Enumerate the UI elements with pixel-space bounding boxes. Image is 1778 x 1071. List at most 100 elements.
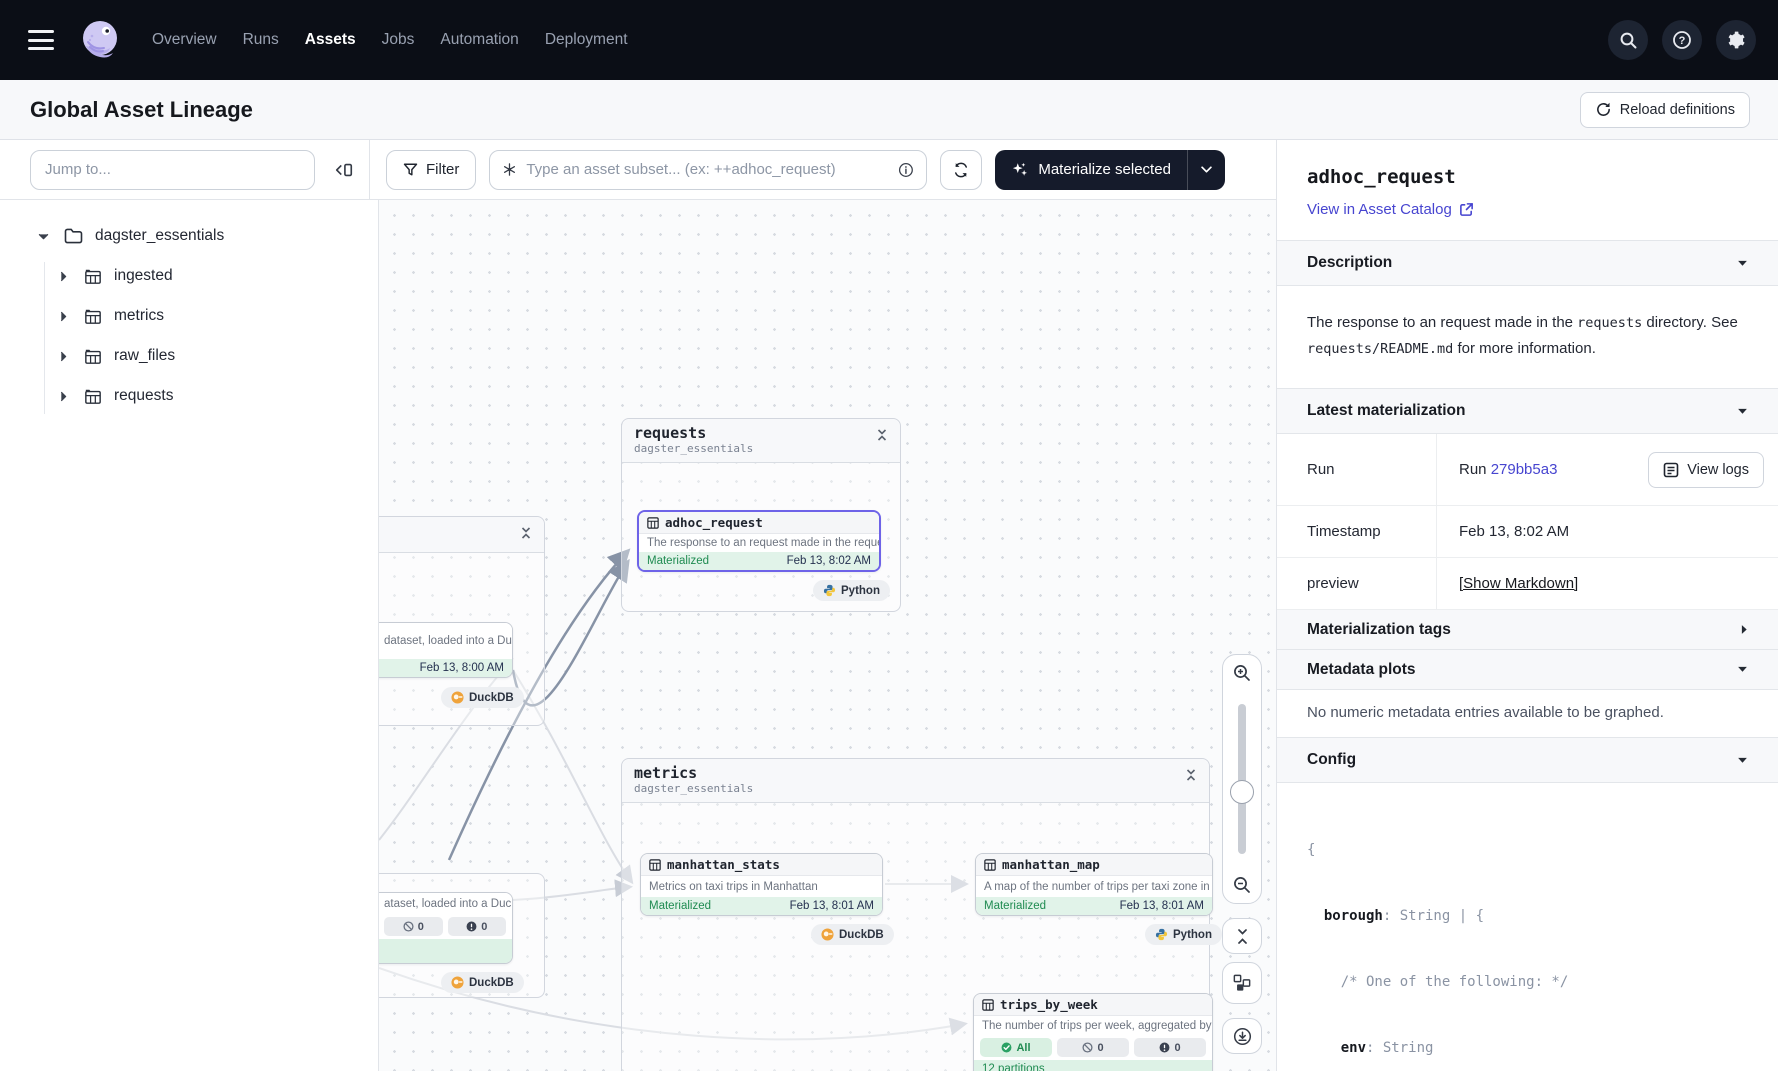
show-markdown-link[interactable]: [Show Markdown]	[1459, 575, 1578, 592]
filter-funnel-icon	[403, 162, 418, 177]
section-header-description[interactable]: Description	[1277, 240, 1778, 286]
help-button[interactable]: ?	[1662, 20, 1702, 60]
collapse-group-icon[interactable]	[876, 429, 888, 441]
tree-item-label: ingested	[114, 267, 173, 285]
zoom-slider-handle[interactable]	[1230, 780, 1254, 804]
caret-down-icon	[1737, 666, 1748, 673]
asset-node-timestamp: Feb 13, 8:01 AM	[1120, 900, 1204, 912]
lineage-graph-pane[interactable]: dataset, loaded into a DuckD… Feb 13, 8:…	[379, 200, 1276, 1071]
partitions-count-row: 12 partitions	[974, 1060, 1212, 1071]
failed-partitions-badge: 0	[1057, 1038, 1129, 1057]
nav-item-runs[interactable]: Runs	[243, 31, 279, 49]
lineage-toolbar: Filter Materialize selected	[0, 140, 1276, 200]
caret-right-icon[interactable]	[56, 351, 70, 362]
materialize-selected-button[interactable]: Materialize selected	[995, 150, 1187, 190]
group-repo: dagster_essentials	[634, 442, 753, 455]
catalog-link-label: View in Asset Catalog	[1307, 201, 1452, 218]
nav-item-overview[interactable]: Overview	[152, 31, 217, 49]
asset-node-description: The response to an request made in the r…	[639, 534, 879, 552]
section-header-metadata-plots[interactable]: Metadata plots	[1277, 650, 1778, 690]
page-header: Global Asset Lineage Reload definitions	[0, 80, 1778, 140]
nav-item-assets[interactable]: Assets	[305, 31, 356, 49]
asset-node-description: Metrics on taxi trips in Manhattan	[641, 876, 882, 897]
app-window: Overview Runs Assets Jobs Automation Dep…	[0, 0, 1778, 1071]
zoom-slider-track[interactable]	[1238, 704, 1246, 854]
asset-node-cut-a[interactable]: dataset, loaded into a DuckD… Feb 13, 8:…	[379, 622, 513, 678]
hamburger-menu-icon[interactable]	[28, 30, 54, 50]
info-icon[interactable]	[898, 161, 914, 179]
reload-icon	[1595, 101, 1612, 118]
reload-definitions-button[interactable]: Reload definitions	[1580, 92, 1750, 128]
zoom-out-icon	[1232, 875, 1252, 895]
caret-right-icon[interactable]	[56, 391, 70, 402]
zoom-out-button[interactable]	[1232, 875, 1252, 895]
filter-button[interactable]: Filter	[386, 150, 476, 190]
asset-group-icon	[84, 308, 102, 325]
section-header-materialization-tags[interactable]: Materialization tags	[1277, 610, 1778, 650]
collapse-all-groups-button[interactable]	[1222, 918, 1262, 954]
kind-badge-label: DuckDB	[469, 977, 514, 989]
tree-item-ingested[interactable]: ingested	[0, 256, 378, 296]
asset-node-manhattan-stats[interactable]: manhattan_stats Metrics on taxi trips in…	[640, 853, 883, 916]
graph-layout-icon	[1233, 974, 1251, 992]
asset-node-trips-by-week[interactable]: trips_by_week The number of trips per we…	[973, 993, 1213, 1071]
asset-node-manhattan-map[interactable]: manhattan_map A map of the number of tri…	[975, 853, 1213, 916]
top-nav: Overview Runs Assets Jobs Automation Dep…	[0, 0, 1778, 80]
materialize-dropdown-button[interactable]	[1187, 150, 1225, 190]
tree-item-requests[interactable]: requests	[0, 376, 378, 416]
view-logs-button[interactable]: View logs	[1648, 452, 1764, 488]
collapse-group-icon[interactable]	[1185, 769, 1197, 781]
kind-badge-label: DuckDB	[839, 929, 884, 941]
run-id-link[interactable]: 279bb5a3	[1491, 461, 1558, 478]
download-graph-button[interactable]	[1222, 1018, 1262, 1054]
table-row-timestamp: Timestamp Feb 13, 8:02 AM	[1277, 506, 1778, 558]
asset-node-description: dataset, loaded into a DuckD…	[379, 623, 512, 659]
nav-item-deployment[interactable]: Deployment	[545, 31, 628, 49]
graph-layout-button[interactable]	[1222, 962, 1262, 1004]
table-icon	[649, 859, 661, 871]
refresh-graph-button[interactable]	[940, 150, 982, 190]
zoom-in-button[interactable]	[1232, 663, 1252, 683]
caret-right-icon[interactable]	[56, 271, 70, 282]
search-button[interactable]	[1608, 20, 1648, 60]
filter-label: Filter	[426, 161, 459, 178]
python-icon	[1155, 928, 1168, 941]
tree-item-label: requests	[114, 387, 173, 405]
run-value-prefix: Run	[1459, 461, 1491, 478]
timestamp-label: Timestamp	[1277, 506, 1437, 557]
duckdb-icon	[821, 928, 834, 941]
tree-item-dagster-essentials[interactable]: dagster_essentials	[0, 216, 378, 256]
config-line: /* One of the following: */	[1307, 971, 1748, 993]
run-label: Run	[1277, 434, 1437, 505]
settings-button[interactable]	[1716, 20, 1756, 60]
description-body: The response to an request made in the r…	[1277, 286, 1778, 388]
logs-icon	[1663, 462, 1679, 478]
config-line: borough: String | {	[1307, 905, 1748, 927]
tree-item-raw-files[interactable]: raw_files	[0, 336, 378, 376]
section-header-config[interactable]: Config	[1277, 737, 1778, 783]
asset-node-description: ataset, loaded into a DuckDB …	[379, 893, 512, 915]
python-icon	[823, 584, 836, 597]
caret-down-icon[interactable]	[36, 233, 50, 240]
section-header-latest-materialization[interactable]: Latest materialization	[1277, 388, 1778, 434]
dagster-logo-icon[interactable]	[76, 16, 124, 64]
tree-item-metrics[interactable]: metrics	[0, 296, 378, 336]
caret-right-icon[interactable]	[56, 311, 70, 322]
collapse-group-icon[interactable]	[520, 527, 532, 539]
collapse-sidebar-button[interactable]	[325, 150, 363, 190]
view-in-asset-catalog-link[interactable]: View in Asset Catalog	[1307, 201, 1474, 218]
python-kind-badge: Python	[813, 580, 890, 601]
timestamp-value: Feb 13, 8:02 AM	[1437, 506, 1778, 557]
external-link-icon	[1459, 202, 1474, 217]
section-heading-label: Config	[1307, 751, 1356, 769]
asset-node-title: adhoc_request	[665, 515, 763, 530]
nav-item-automation[interactable]: Automation	[440, 31, 518, 49]
jump-to-input[interactable]	[45, 161, 300, 178]
asset-node-adhoc-request[interactable]: adhoc_request The response to an request…	[637, 510, 881, 572]
asset-subset-input[interactable]	[526, 161, 889, 178]
asset-selector-icon	[502, 161, 517, 178]
kind-badge-label: DuckDB	[469, 692, 514, 704]
nav-item-jobs[interactable]: Jobs	[382, 31, 415, 49]
asset-node-cut-b[interactable]: ataset, loaded into a DuckDB … 0 0	[379, 892, 513, 964]
zoom-in-icon	[1232, 663, 1252, 683]
